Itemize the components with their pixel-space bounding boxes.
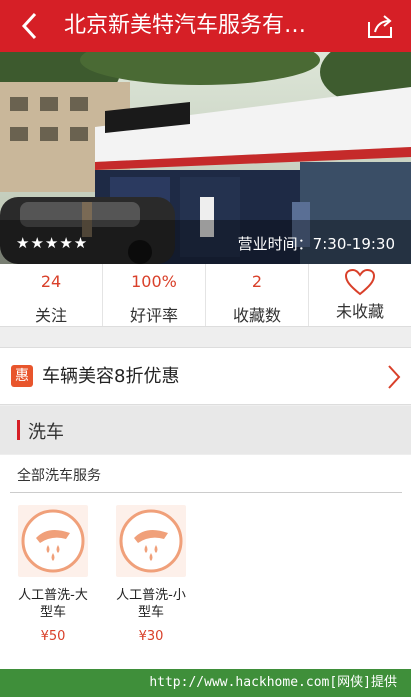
follow-label: 关注 [34, 306, 67, 325]
follow-count: 24 [40, 272, 62, 291]
favorite-status: 未收藏 [335, 302, 384, 321]
stat-follow[interactable]: 24 关注 [0, 264, 102, 326]
discount-badge: 惠 [11, 365, 33, 387]
section-header: 洗车 [0, 406, 411, 454]
share-icon[interactable] [365, 12, 395, 40]
stat-favorites[interactable]: 2 收藏数 [205, 264, 308, 326]
stat-rating[interactable]: 100% 好评率 [102, 264, 205, 326]
chevron-right-icon [388, 365, 401, 389]
section-accent-bar [17, 420, 20, 440]
rating-rate: 100% [131, 272, 177, 291]
favorites-label: 收藏数 [232, 306, 281, 325]
page-title: 北京新美特汽车服务有… [64, 13, 307, 38]
watermark: http://www.hackhome.com[网侠]提供 [0, 669, 411, 697]
service-card[interactable]: 人工普洗-小型车 ¥30 [110, 505, 192, 644]
promo-text: 车辆美容8折优惠 [42, 366, 180, 387]
rating-label: 好评率 [129, 306, 178, 325]
section-title: 洗车 [28, 422, 64, 443]
car-wash-icon [18, 505, 88, 577]
favorite-button[interactable]: 未收藏 [308, 264, 411, 326]
chevron-left-icon[interactable] [16, 10, 44, 42]
service-list: 全部洗车服务 人工普洗-大型车 ¥50 人工普洗-小型车 ¥30 [0, 455, 411, 669]
app-header: 北京新美特汽车服务有… [0, 0, 411, 52]
business-hours: 营业时间：7:30-19:30 [237, 235, 395, 253]
all-services-label[interactable]: 全部洗车服务 [17, 465, 101, 485]
service-name: 人工普洗-小型车 [116, 588, 186, 620]
service-price: ¥50 [40, 629, 66, 644]
promo-banner[interactable]: 惠 车辆美容8折优惠 [0, 347, 411, 405]
rating-stars: ★★★★★ [16, 234, 89, 252]
stats-bar: 24 关注 100% 好评率 2 收藏数 未收藏 [0, 264, 411, 327]
divider [10, 492, 402, 493]
service-price: ¥30 [138, 629, 164, 644]
heart-icon [344, 268, 376, 296]
service-card[interactable]: 人工普洗-大型车 ¥50 [12, 505, 94, 644]
favorites-count: 2 [251, 272, 263, 291]
service-name: 人工普洗-大型车 [18, 588, 88, 620]
car-wash-icon [116, 505, 186, 577]
